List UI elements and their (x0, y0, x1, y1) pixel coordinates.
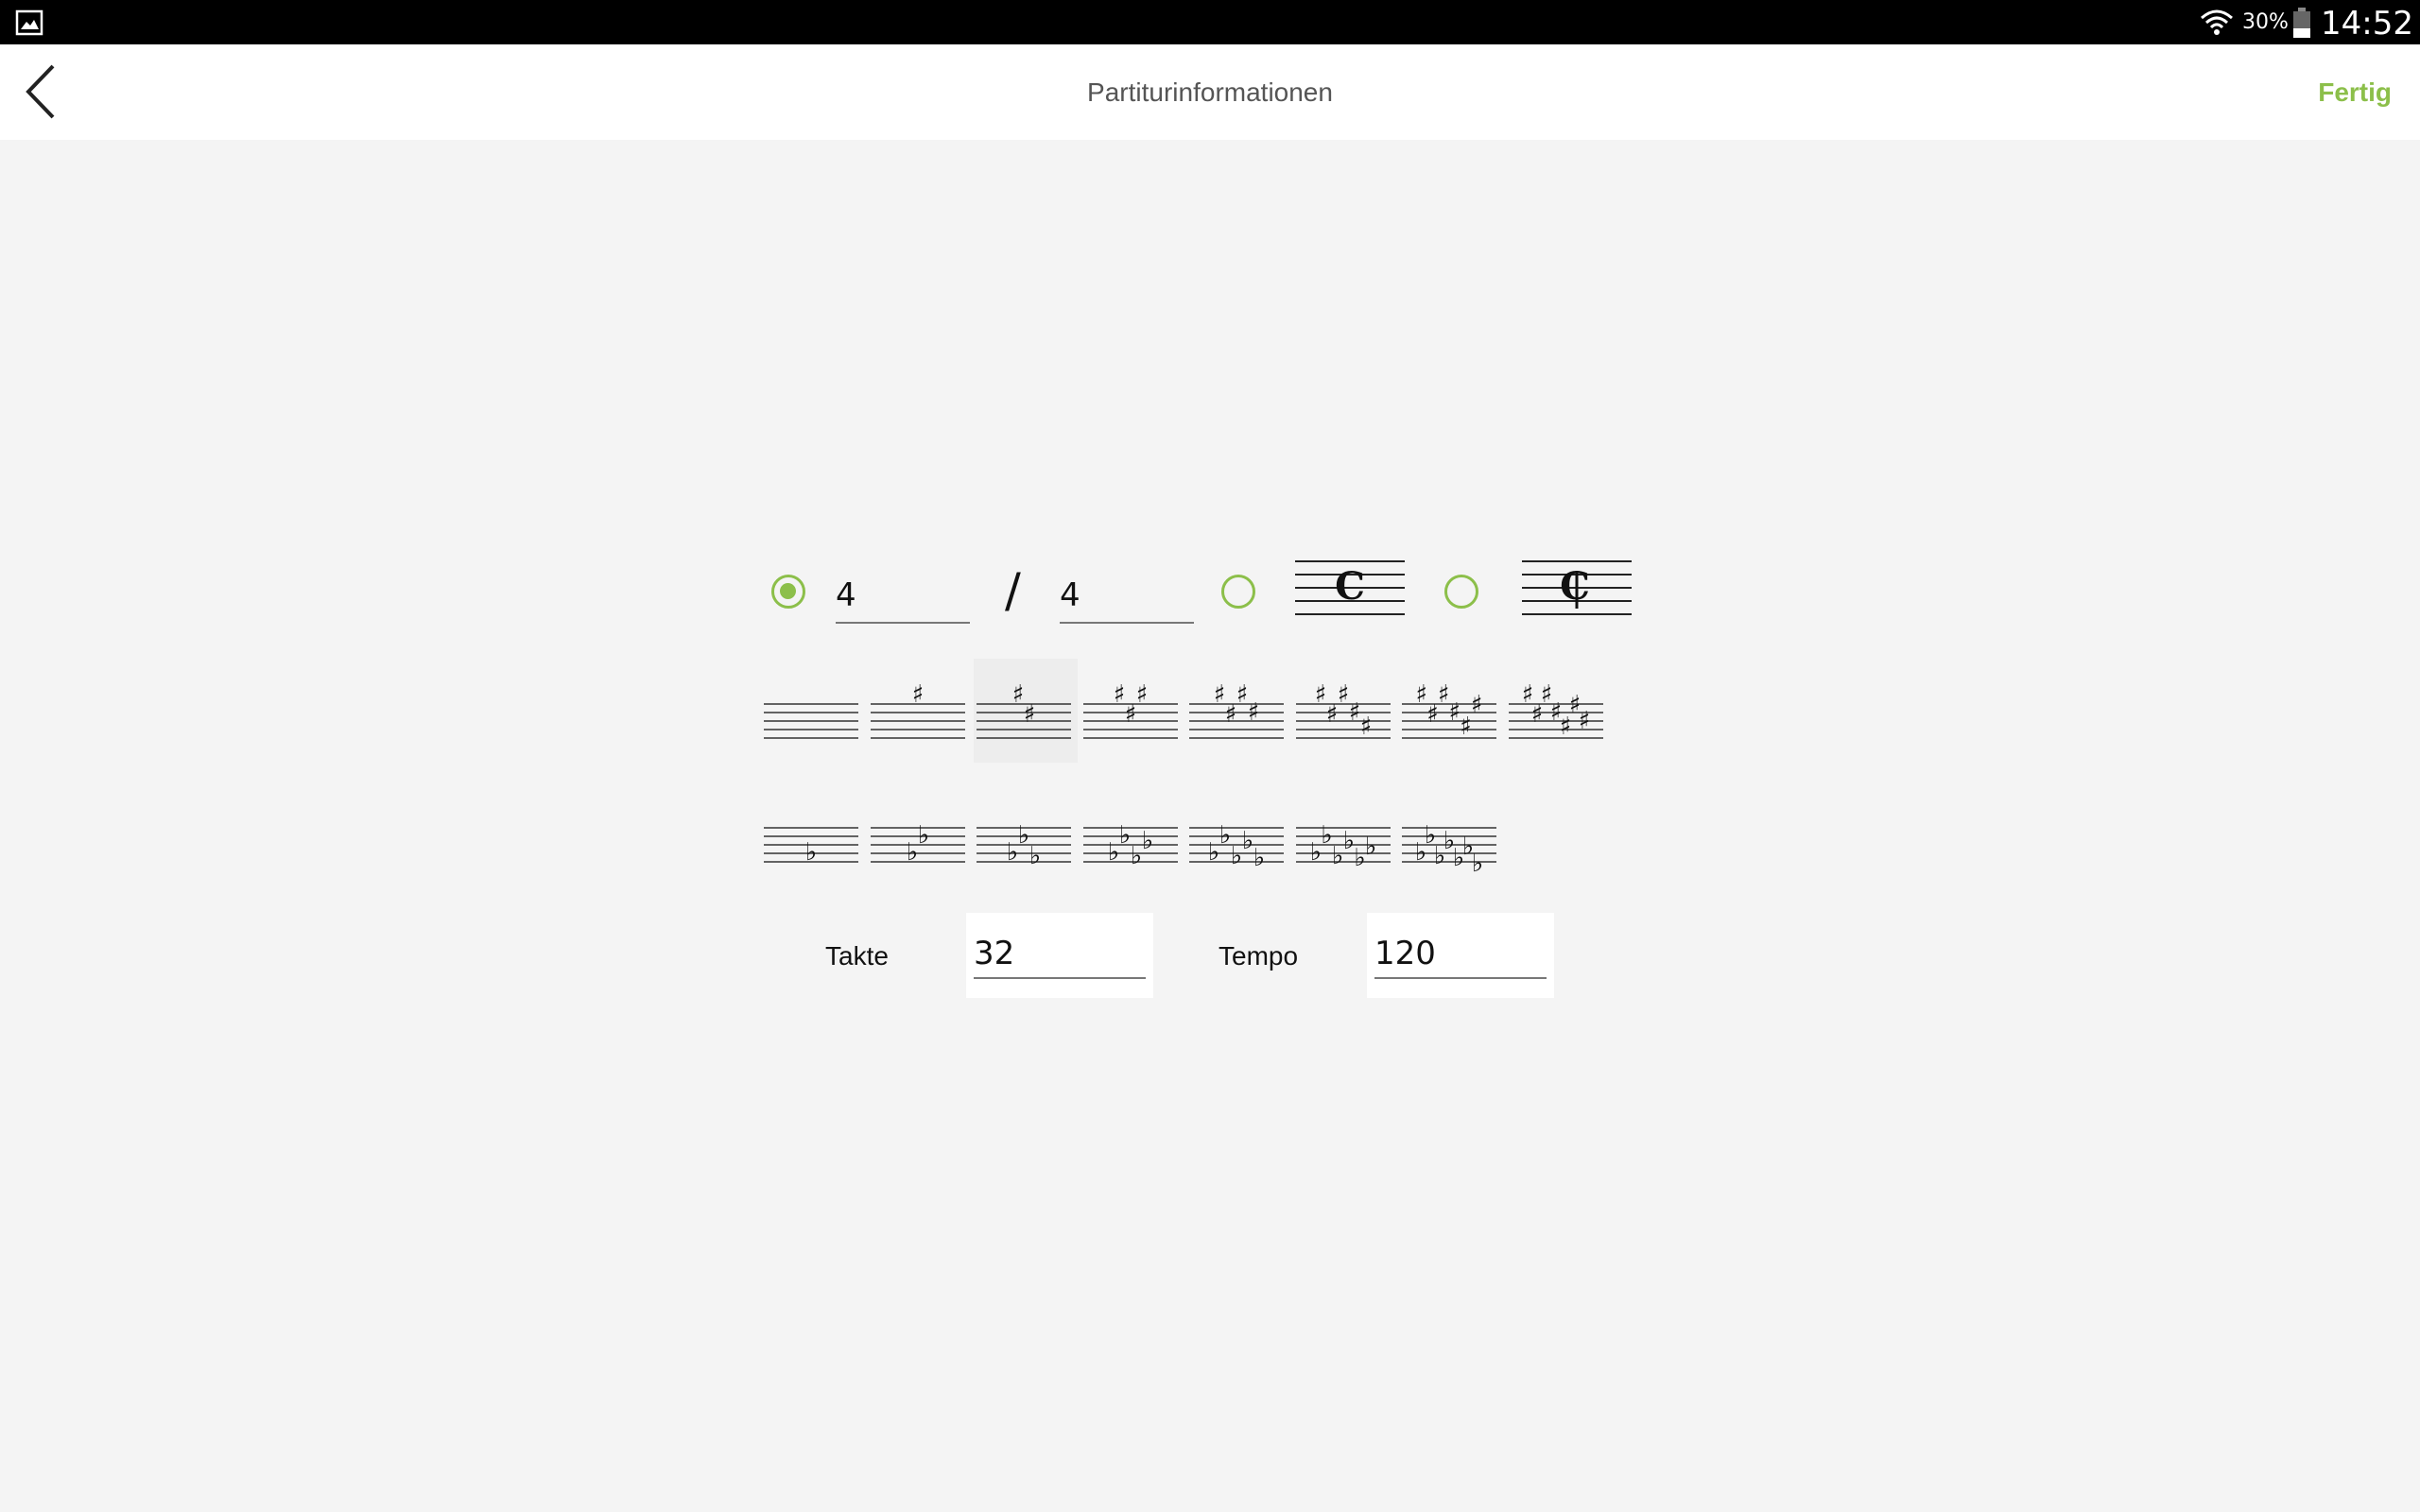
key-signature-1-sharps[interactable]: ♯ (868, 659, 972, 763)
battery-percent: 30% (2242, 10, 2289, 34)
sharp-accidental: ♯ (1113, 680, 1125, 709)
sharp-accidental: ♯ (1248, 698, 1260, 727)
flat-accidental: ♭ (1029, 842, 1041, 870)
flat-accidental: ♭ (805, 838, 817, 867)
key-signature-7-sharps[interactable]: ♯ ♯ ♯ ♯ ♯ ♯ ♯ (1506, 659, 1610, 763)
staff-flats-6: ♭♭♭♭♭ ♭ (1295, 821, 1391, 872)
measures-input[interactable]: 32 (974, 930, 1146, 979)
tempo-input[interactable]: 120 (1374, 930, 1547, 979)
staff-flats-3: ♭♭♭ (977, 821, 1071, 870)
flat-accidental: ♭ (1354, 844, 1365, 872)
sharp-accidental: ♯ (1236, 680, 1249, 709)
key-signature-6-sharps[interactable]: ♯ ♯ ♯ ♯ ♯ ♯ (1399, 659, 1503, 763)
flat-accidental: ♭ (906, 838, 917, 867)
denominator-input[interactable]: 4 (1060, 573, 1194, 624)
key-signature-3-flats[interactable]: ♭ ♭ ♭ (974, 782, 1078, 886)
flat-accidental: ♭ (1130, 842, 1141, 870)
sharp-accidental: ♯ (1135, 680, 1148, 709)
wifi-icon (2201, 9, 2233, 35)
flat-accidental: ♭ (917, 821, 928, 850)
cut-time-staff[interactable]: C (1522, 559, 1632, 620)
radio-numeric-time[interactable] (771, 575, 805, 609)
staff-sharps-2: ♯♯ (977, 680, 1071, 739)
flat-accidental: ♭ (1208, 838, 1219, 867)
staff-flats-7: ♭♭♭♭♭♭♭ (1402, 821, 1496, 878)
sharp-accidental: ♯ (1348, 698, 1360, 727)
flat-accidental: ♭ (1253, 844, 1265, 872)
key-signature-6-flats[interactable]: ♭ ♭ ♭ ♭ ♭ ♭ (1293, 782, 1397, 886)
flat-accidental: ♭ (1141, 827, 1152, 855)
sharp-accidental: ♯ (1012, 680, 1025, 709)
back-button[interactable] (17, 63, 64, 120)
staff-sharps-0 (764, 703, 858, 739)
flat-accidental: ♭ (1118, 821, 1130, 850)
staff-sharps-7: ♯♯♯♯♯♯♯ (1508, 680, 1603, 741)
flat-accidental: ♭ (1242, 827, 1253, 855)
numerator-input[interactable]: 4 (836, 573, 970, 624)
flat-accidental: ♭ (1332, 842, 1343, 870)
key-signature-4-sharps[interactable]: ♯ ♯ ♯ ♯ (1186, 659, 1290, 763)
sharp-accidental: ♯ (1314, 680, 1326, 709)
sharp-accidental: ♯ (1214, 680, 1226, 709)
measures-label: Takte (825, 941, 889, 971)
sharp-accidental: ♯ (1124, 700, 1136, 729)
flat-accidental: ♭ (1231, 842, 1242, 870)
flat-accidental: ♭ (1472, 850, 1483, 878)
flat-accidental: ♭ (1309, 838, 1321, 867)
radio-selected-dot (780, 583, 796, 599)
staff-sharps-3: ♯♯♯ (1082, 680, 1178, 739)
key-signature-5-sharps[interactable]: ♯ ♯ ♯ ♯ ♯ (1293, 659, 1397, 763)
staff-sharps-4: ♯♯♯♯ (1189, 680, 1284, 739)
page-title: Partiturinformationen (1087, 77, 1333, 107)
flat-accidental: ♭ (1219, 821, 1231, 850)
chevron-left-icon (26, 64, 55, 119)
done-button[interactable]: Fertig (2318, 44, 2392, 140)
key-signature-2-flats[interactable]: ♭ ♭ (868, 782, 972, 886)
sharp-accidental: ♯ (1359, 713, 1372, 741)
staff-sharps-1: ♯ (870, 680, 965, 739)
tempo-field[interactable]: 120 (1367, 913, 1554, 998)
key-signature-2-sharps[interactable]: ♯ ♯ (974, 659, 1078, 763)
clock: 14:52 (2321, 5, 2413, 43)
key-signature-0-sharps[interactable] (761, 659, 865, 763)
measures-field[interactable]: 32 (966, 913, 1153, 998)
status-bar: 30% 14:52 (0, 0, 2420, 44)
app-bar: Partiturinformationen Fertig (0, 44, 2420, 140)
flat-accidental: ♭ (1107, 838, 1118, 867)
staff-sharps-5: ♯♯♯♯ ♯ (1295, 680, 1391, 741)
sharp-accidental: ♯ (1337, 680, 1349, 709)
staff-flats-5: ♭♭♭♭♭ (1189, 821, 1284, 872)
key-signature-7-flats[interactable]: ♭ ♭ ♭ ♭ ♭ ♭ ♭ (1399, 782, 1503, 886)
flat-accidental: ♭ (1321, 821, 1332, 850)
flat-accidental: ♭ (1018, 821, 1029, 850)
sharp-accidental: ♯ (1325, 700, 1338, 729)
flat-accidental: ♭ (1365, 833, 1376, 861)
sharp-accidental: ♯ (1471, 691, 1483, 719)
key-signature-4-flats[interactable]: ♭ ♭ ♭ ♭ (1080, 782, 1184, 886)
sharp-accidental: ♯ (1578, 707, 1590, 735)
flat-accidental: ♭ (1342, 827, 1354, 855)
key-signature-3-sharps[interactable]: ♯ ♯ ♯ (1080, 659, 1184, 763)
staff-sharps-6: ♯♯♯♯ ♯♯ (1402, 680, 1496, 741)
tempo-label: Tempo (1219, 941, 1299, 971)
time-separator: / (1005, 563, 1021, 618)
radio-common-time[interactable] (1221, 575, 1255, 609)
svg-text:C: C (1560, 564, 1590, 609)
key-signature-1-flats[interactable]: ♭ (761, 782, 865, 886)
sharp-accidental: ♯ (1024, 700, 1036, 729)
staff-flats-4: ♭♭♭♭ (1082, 821, 1178, 870)
sharp-accidental: ♯ (911, 680, 924, 709)
battery-icon (2293, 8, 2310, 38)
sharp-accidental: ♯ (1225, 700, 1237, 729)
key-signature-5-flats[interactable]: ♭ ♭ ♭ ♭ ♭ (1186, 782, 1290, 886)
common-time-staff[interactable]: C (1295, 559, 1405, 620)
gallery-icon (15, 9, 43, 36)
flat-accidental: ♭ (1007, 838, 1018, 867)
staff-flats-1: ♭ (764, 827, 858, 867)
staff-flats-2: ♭♭ (870, 821, 965, 867)
svg-text:C: C (1335, 564, 1365, 609)
radio-cut-time[interactable] (1444, 575, 1478, 609)
